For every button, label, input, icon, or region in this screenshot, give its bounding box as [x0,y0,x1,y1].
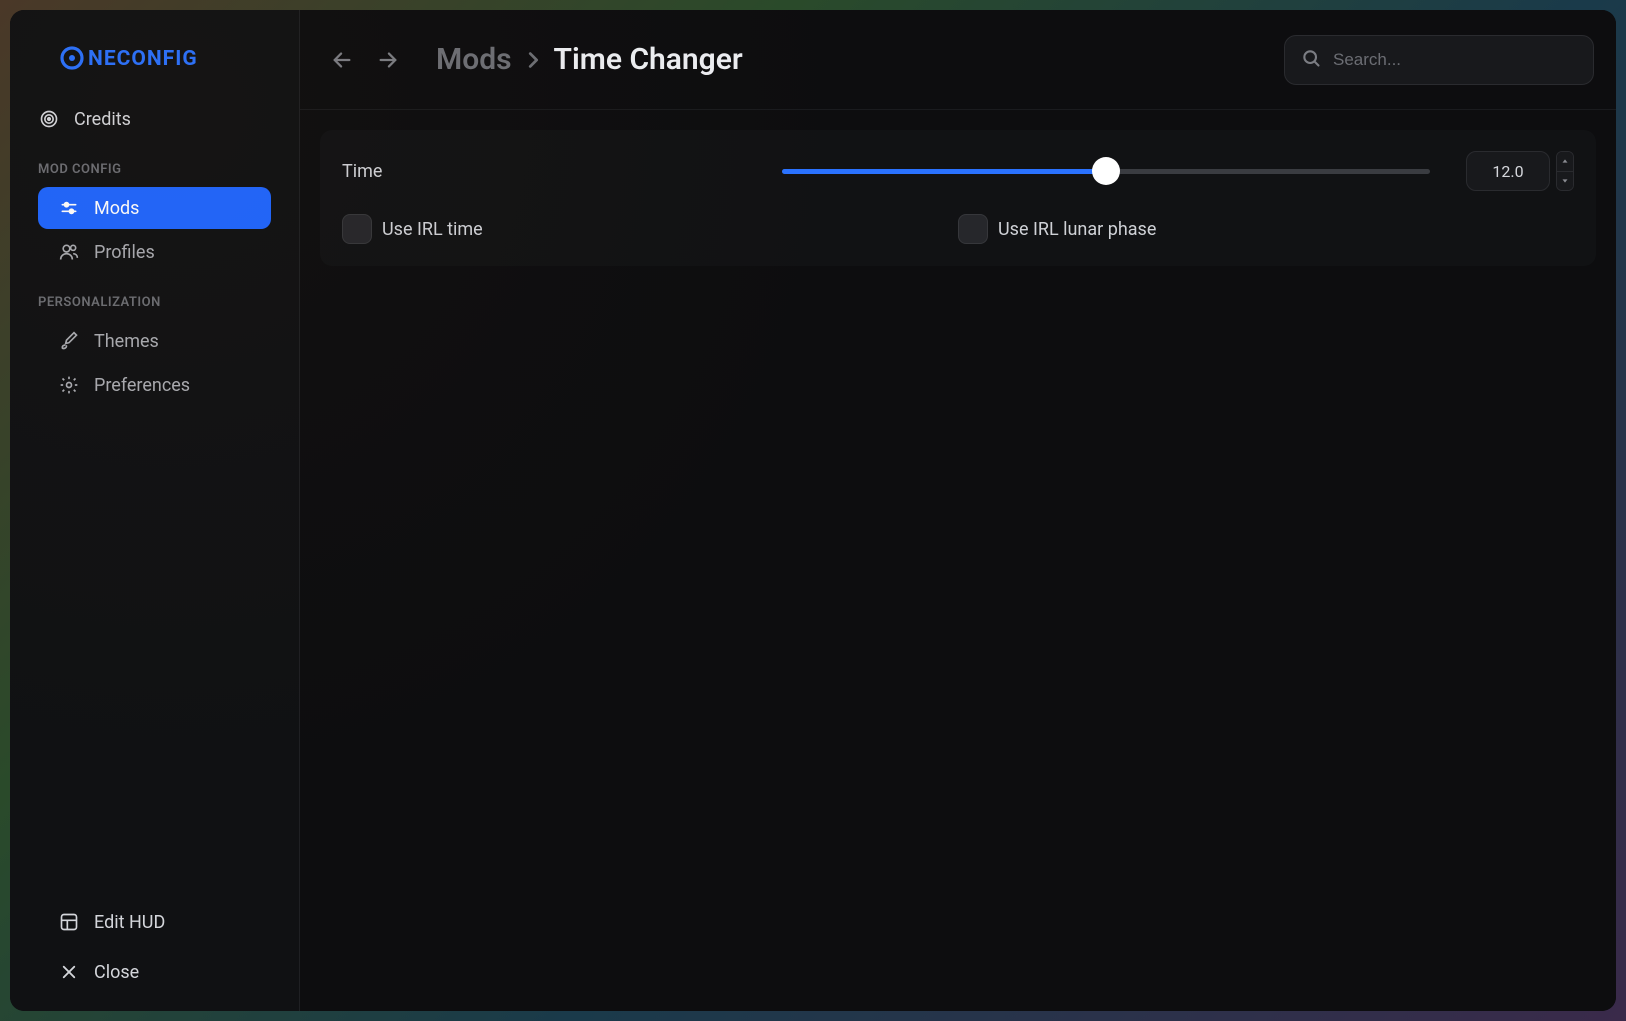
sidebar-item-label: Profiles [94,242,155,263]
checkbox-label: Use IRL time [382,219,483,240]
sidebar-item-preferences[interactable]: Preferences [38,364,271,406]
sidebar-section-personalization: PERSONALIZATION [10,273,299,320]
close-button[interactable]: Close [38,947,271,997]
step-up-button[interactable] [1557,152,1573,172]
sidebar-item-label: Themes [94,331,159,352]
sidebar-item-themes[interactable]: Themes [38,320,271,362]
sidebar-item-label: Credits [74,109,131,130]
search-icon [1301,48,1321,72]
search-input[interactable] [1333,50,1577,70]
sidebar-item-label: Mods [94,198,139,219]
slider-thumb[interactable] [1092,157,1120,185]
search-box[interactable] [1284,35,1594,85]
sliders-icon [58,197,80,219]
users-icon [58,241,80,263]
time-slider[interactable] [782,151,1430,191]
use-irl-time-checkbox[interactable]: Use IRL time [342,214,958,244]
checkbox-box [958,214,988,244]
sidebar-item-profiles[interactable]: Profiles [38,231,271,273]
layout-icon [58,911,80,933]
nav-forward-button[interactable] [368,40,408,80]
nav-back-button[interactable] [322,40,362,80]
topbar: Mods Time Changer [300,10,1616,110]
breadcrumb: Mods Time Changer [436,42,743,77]
sidebar-item-mods[interactable]: Mods [38,187,271,229]
chevron-right-icon [522,49,544,71]
close-label: Close [94,962,139,983]
brush-icon [58,330,80,352]
edit-hud-button[interactable]: Edit HUD [38,897,271,947]
target-icon [38,108,60,130]
checkbox-label: Use IRL lunar phase [998,219,1156,240]
gear-icon [58,374,80,396]
time-setting-row: Time 12.0 [342,148,1574,194]
arrow-right-icon [377,49,399,71]
chevron-up-icon [1560,156,1570,166]
step-down-button[interactable] [1557,172,1573,191]
use-irl-lunar-checkbox[interactable]: Use IRL lunar phase [958,214,1574,244]
slider-track [782,169,1430,174]
content-area: Time 12.0 [300,110,1616,1011]
sidebar-item-label: Preferences [94,375,190,396]
slider-fill [782,169,1106,174]
app-logo: NECONFIG [10,30,299,98]
logo-text: NECONFIG [88,47,198,71]
time-label: Time [342,161,782,182]
time-value-input[interactable]: 12.0 [1466,151,1550,191]
main-area: Mods Time Changer Time [300,10,1616,1011]
chevron-down-icon [1560,176,1570,186]
arrow-left-icon [331,49,353,71]
sidebar-section-mod-config: MOD CONFIG [10,140,299,187]
sidebar-item-credits[interactable]: Credits [10,98,299,140]
close-icon [58,961,80,983]
time-stepper [1556,151,1574,191]
page-title: Time Changer [554,42,743,77]
settings-card: Time 12.0 [320,130,1596,266]
edit-hud-label: Edit HUD [94,912,165,933]
breadcrumb-parent[interactable]: Mods [436,42,512,77]
checkbox-box [342,214,372,244]
sidebar: NECONFIG Credits MOD CONFIG Mods [10,10,300,1011]
